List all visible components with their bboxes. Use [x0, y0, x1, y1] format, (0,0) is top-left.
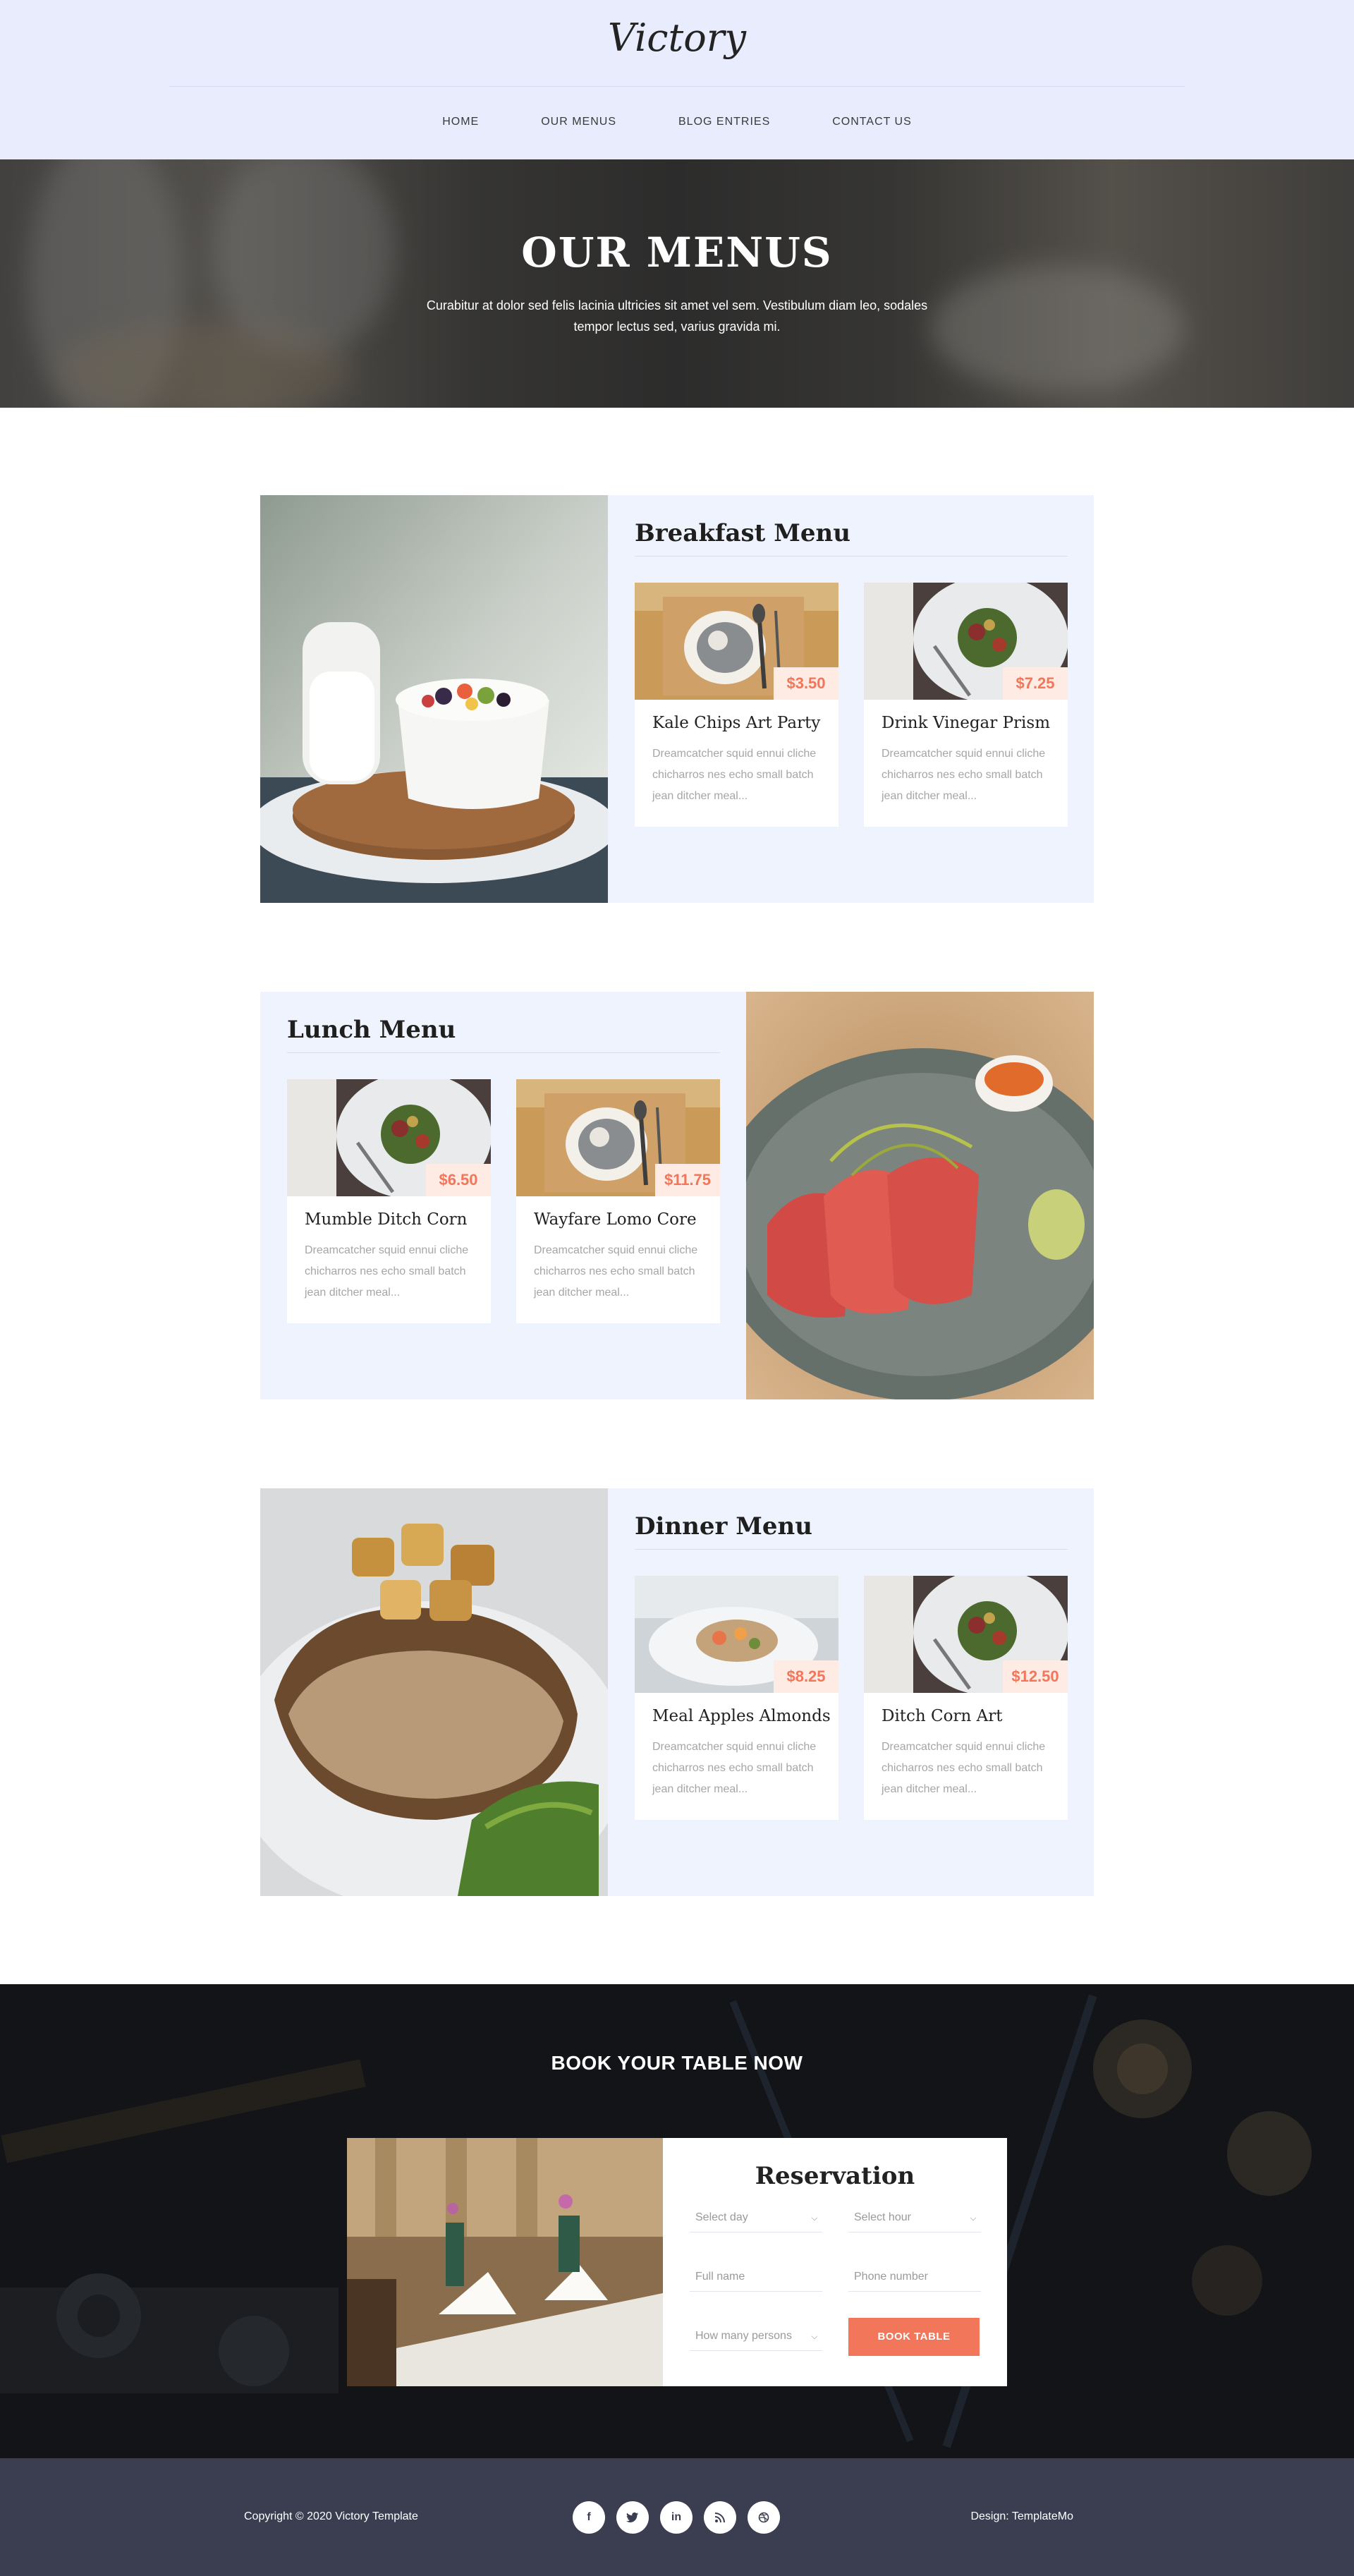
menu-card[interactable]: $6.50 Mumble Ditch Corn Dreamcatcher squ…	[287, 1079, 491, 1323]
lunch-menu-heading: Lunch Menu	[287, 1016, 456, 1044]
book-table-button[interactable]: BOOK TABLE	[848, 2318, 980, 2356]
select-day-dropdown[interactable]: Select day	[690, 2206, 822, 2232]
dinner-photo	[260, 1488, 608, 1896]
price-badge: $11.75	[655, 1164, 720, 1196]
price-badge: $3.50	[774, 667, 838, 700]
price-badge: $12.50	[1003, 1660, 1068, 1693]
dish-description: Dreamcatcher squid ennui cliche chicharr…	[534, 1244, 698, 1299]
persons-label: How many persons	[695, 2330, 792, 2342]
dish-title[interactable]: Ditch Corn Art	[882, 1707, 1002, 1725]
nav-home[interactable]: HOME	[442, 116, 479, 128]
linkedin-icon[interactable]: in	[660, 2501, 693, 2534]
menu-card[interactable]: $8.25 Meal Apples Almonds Dreamcatcher s…	[635, 1576, 838, 1820]
dribbble-icon[interactable]	[748, 2501, 780, 2534]
dinner-menu-section: Dinner Menu $8.25 Meal Apples Almonds Dr…	[260, 1488, 1094, 1896]
page-title: OUR MENUS	[521, 229, 833, 277]
dish-title[interactable]: Kale Chips Art Party	[652, 714, 820, 732]
persons-dropdown[interactable]: How many persons	[690, 2324, 822, 2351]
menu-card[interactable]: $11.75 Wayfare Lomo Core Dreamcatcher sq…	[516, 1079, 720, 1323]
nav-our-menus[interactable]: OUR MENUS	[541, 116, 616, 128]
site-footer: Copyright © 2020 Victory Template f in D…	[0, 2458, 1354, 2576]
header-divider	[169, 86, 1185, 87]
phone-number-field[interactable]: Phone number	[848, 2265, 981, 2292]
price-badge: $6.50	[426, 1164, 491, 1196]
dish-description: Dreamcatcher squid ennui cliche chicharr…	[652, 748, 817, 802]
reservation-title: Reservation	[755, 2162, 915, 2190]
breakfast-menu-heading: Breakfast Menu	[635, 519, 850, 547]
breakfast-content: Breakfast Menu $3.50 Kale Chips Art Part…	[608, 495, 1094, 903]
price-badge: $8.25	[774, 1660, 838, 1693]
select-hour-label: Select hour	[854, 2211, 911, 2223]
select-day-label: Select day	[695, 2211, 748, 2223]
twitter-icon[interactable]	[616, 2501, 649, 2534]
full-name-field[interactable]: Full name	[690, 2265, 822, 2292]
chevron-down-icon	[811, 2333, 818, 2340]
phone-number-placeholder: Phone number	[854, 2271, 928, 2283]
breakfast-photo	[260, 495, 608, 903]
select-hour-dropdown[interactable]: Select hour	[848, 2206, 981, 2232]
menu-card[interactable]: $3.50 Kale Chips Art Party Dreamcatcher …	[635, 583, 838, 827]
chevron-down-icon	[811, 2214, 818, 2221]
social-links: f in	[573, 2501, 780, 2534]
hero-subtitle: Curabitur at dolor sed felis lacinia ult…	[426, 298, 928, 334]
dish-description: Dreamcatcher squid ennui cliche chicharr…	[652, 1741, 817, 1795]
dish-title[interactable]: Drink Vinegar Prism	[882, 714, 1050, 732]
dish-title[interactable]: Meal Apples Almonds	[652, 1707, 831, 1725]
chevron-down-icon	[970, 2214, 977, 2221]
full-name-placeholder: Full name	[695, 2271, 745, 2283]
rss-icon[interactable]	[704, 2501, 736, 2534]
dinner-menu-heading: Dinner Menu	[635, 1512, 812, 1541]
facebook-icon[interactable]: f	[573, 2501, 605, 2534]
dish-description: Dreamcatcher squid ennui cliche chicharr…	[305, 1244, 469, 1299]
dish-description: Dreamcatcher squid ennui cliche chicharr…	[882, 748, 1046, 802]
booking-section: BOOK YOUR TABLE NOW Reservation Select d…	[0, 1984, 1354, 2458]
booking-photo	[347, 2138, 663, 2386]
lunch-photo	[746, 992, 1094, 1399]
dish-title[interactable]: Wayfare Lomo Core	[534, 1210, 697, 1229]
nav-contact-us[interactable]: CONTACT US	[832, 116, 912, 128]
menu-card[interactable]: $7.25 Drink Vinegar Prism Dreamcatcher s…	[864, 583, 1068, 827]
dinner-content: Dinner Menu $8.25 Meal Apples Almonds Dr…	[608, 1488, 1094, 1896]
site-logo[interactable]: Victory	[0, 16, 1354, 60]
nav-blog-entries[interactable]: BLOG ENTRIES	[678, 116, 770, 128]
copyright-text: Copyright © 2020 Victory Template	[244, 2510, 418, 2522]
main-nav: HOME OUR MENUS BLOG ENTRIES CONTACT US	[0, 116, 1354, 128]
booking-title: BOOK YOUR TABLE NOW	[551, 2052, 803, 2074]
lunch-menu-section: Lunch Menu $6.50 Mumble Ditch Corn Dream…	[260, 992, 1094, 1399]
lunch-content: Lunch Menu $6.50 Mumble Ditch Corn Dream…	[260, 992, 746, 1399]
breakfast-menu-section: Breakfast Menu $3.50 Kale Chips Art Part…	[260, 495, 1094, 903]
price-badge: $7.25	[1003, 667, 1068, 700]
reservation-form: Reservation Select day Select hour Full …	[663, 2138, 1007, 2386]
hero-banner: OUR MENUS Curabitur at dolor sed felis l…	[0, 159, 1354, 408]
dish-title[interactable]: Mumble Ditch Corn	[305, 1210, 467, 1229]
dish-description: Dreamcatcher squid ennui cliche chicharr…	[882, 1741, 1046, 1795]
design-credit: Design: TemplateMo	[970, 2510, 1073, 2522]
menu-card[interactable]: $12.50 Ditch Corn Art Dreamcatcher squid…	[864, 1576, 1068, 1820]
site-header: Victory HOME OUR MENUS BLOG ENTRIES CONT…	[0, 0, 1354, 159]
